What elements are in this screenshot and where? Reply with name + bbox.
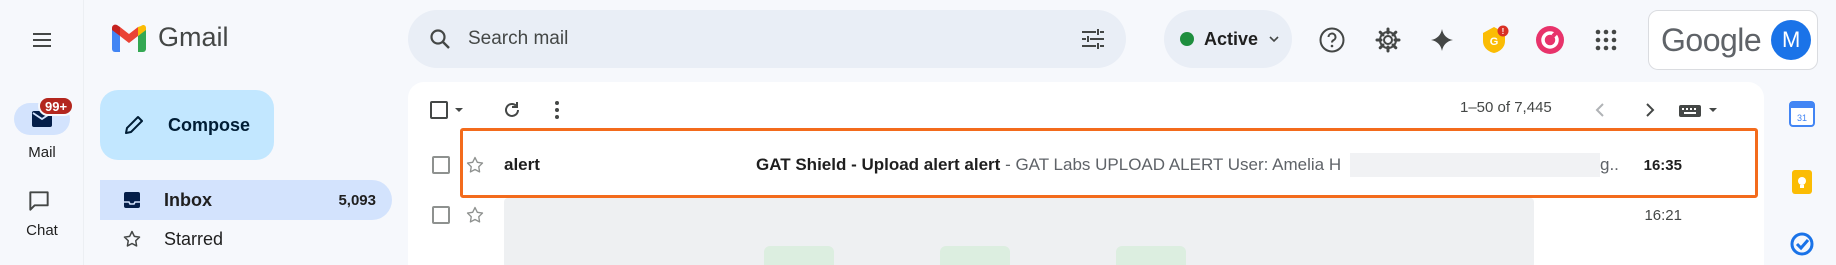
- circle-extension-icon: [1536, 26, 1564, 54]
- compose-label: Compose: [168, 114, 251, 135]
- chat-icon: [29, 191, 49, 211]
- row-checkbox[interactable]: [432, 206, 450, 224]
- nav-item-inbox[interactable]: Inbox 5,093: [100, 180, 392, 220]
- rail-chat-label: Chat: [26, 222, 58, 239]
- filter-sliders-icon[interactable]: [1080, 27, 1106, 51]
- caret-down-icon: [455, 108, 463, 112]
- select-all-checkbox[interactable]: [430, 98, 466, 122]
- settings-button[interactable]: [1368, 20, 1408, 60]
- search-icon[interactable]: [428, 27, 452, 51]
- help-button[interactable]: [1312, 20, 1352, 60]
- menu-icon: [33, 33, 51, 47]
- nav-starred-label: Starred: [164, 228, 224, 249]
- svg-text:!: !: [1502, 27, 1505, 36]
- search-bar: [408, 10, 1126, 68]
- chevron-down-icon: [1269, 36, 1279, 43]
- keep-app-button[interactable]: [1788, 168, 1816, 196]
- star-icon: [466, 206, 484, 223]
- gmail-m-icon: [112, 24, 146, 52]
- blurred-content: [504, 198, 1534, 265]
- star-icon: [123, 230, 141, 247]
- compose-button[interactable]: Compose: [100, 90, 274, 160]
- avatar: M: [1771, 20, 1812, 60]
- google-wordmark: Google: [1661, 21, 1762, 58]
- pagination-range: 1–50 of 7,445: [1460, 99, 1552, 116]
- pencil-icon: [125, 116, 143, 134]
- calendar-app-button[interactable]: 31: [1788, 100, 1816, 128]
- gemini-button[interactable]: [1422, 20, 1462, 60]
- email-time: 16:21: [1644, 206, 1682, 224]
- gmail-logo[interactable]: Gmail: [110, 22, 229, 53]
- status-label: Active: [1204, 28, 1259, 49]
- main-menu-button[interactable]: [22, 24, 62, 56]
- chevron-right-icon: [1646, 103, 1655, 117]
- tasks-icon: [1790, 232, 1814, 256]
- red-extension-button[interactable]: [1530, 20, 1570, 60]
- left-rail: 99+ Mail Chat: [0, 0, 84, 265]
- checkbox-square-icon: [430, 101, 448, 119]
- gmail-wordmark: Gmail: [158, 22, 229, 52]
- row-checkbox[interactable]: [432, 156, 450, 174]
- prev-page-button[interactable]: [1594, 98, 1606, 122]
- side-panel-rail: 31: [1776, 82, 1836, 265]
- refresh-button[interactable]: [502, 98, 522, 122]
- calendar-icon: 31: [1789, 101, 1815, 127]
- status-selector[interactable]: Active: [1164, 10, 1292, 68]
- search-input[interactable]: [468, 28, 1080, 50]
- nav-item-starred[interactable]: Starred: [100, 222, 392, 256]
- rail-chat-button[interactable]: [26, 188, 52, 219]
- more-vert-icon: [555, 101, 559, 119]
- refresh-icon: [505, 102, 519, 117]
- chevron-left-icon: [1595, 103, 1604, 117]
- gear-icon: [1375, 27, 1401, 53]
- status-dot: [1180, 32, 1194, 46]
- keep-icon: [1792, 170, 1812, 194]
- svg-text:G: G: [1490, 36, 1499, 48]
- input-tools-button[interactable]: [1678, 98, 1720, 122]
- apps-button[interactable]: [1586, 20, 1626, 60]
- rail-mail-label: Mail: [28, 144, 56, 161]
- mail-unread-badge: 99+: [38, 96, 75, 116]
- sparkle-icon: [1431, 29, 1453, 51]
- nav-inbox-count: 5,093: [338, 191, 376, 209]
- highlight-box: [460, 128, 1758, 198]
- gat-extension-button[interactable]: G!: [1474, 20, 1514, 60]
- help-icon: [1319, 27, 1345, 53]
- blurred-attachment-chip: [764, 246, 834, 265]
- keyboard-icon: [1679, 105, 1701, 117]
- svg-text:31: 31: [1797, 113, 1807, 123]
- next-page-button[interactable]: [1644, 98, 1656, 122]
- blurred-attachment-chip: [1116, 246, 1186, 265]
- nav-inbox-label: Inbox: [164, 189, 212, 210]
- inbox-icon: [124, 192, 140, 208]
- apps-grid-icon: [1595, 29, 1617, 51]
- row-star-button[interactable]: [464, 204, 486, 226]
- caret-down-icon: [1709, 108, 1717, 112]
- blurred-attachment-chip: [940, 246, 1010, 265]
- more-actions-button[interactable]: [554, 98, 560, 122]
- shield-extension-icon: G!: [1483, 25, 1509, 53]
- account-switcher[interactable]: Google M: [1648, 10, 1818, 70]
- tasks-app-button[interactable]: [1788, 230, 1816, 258]
